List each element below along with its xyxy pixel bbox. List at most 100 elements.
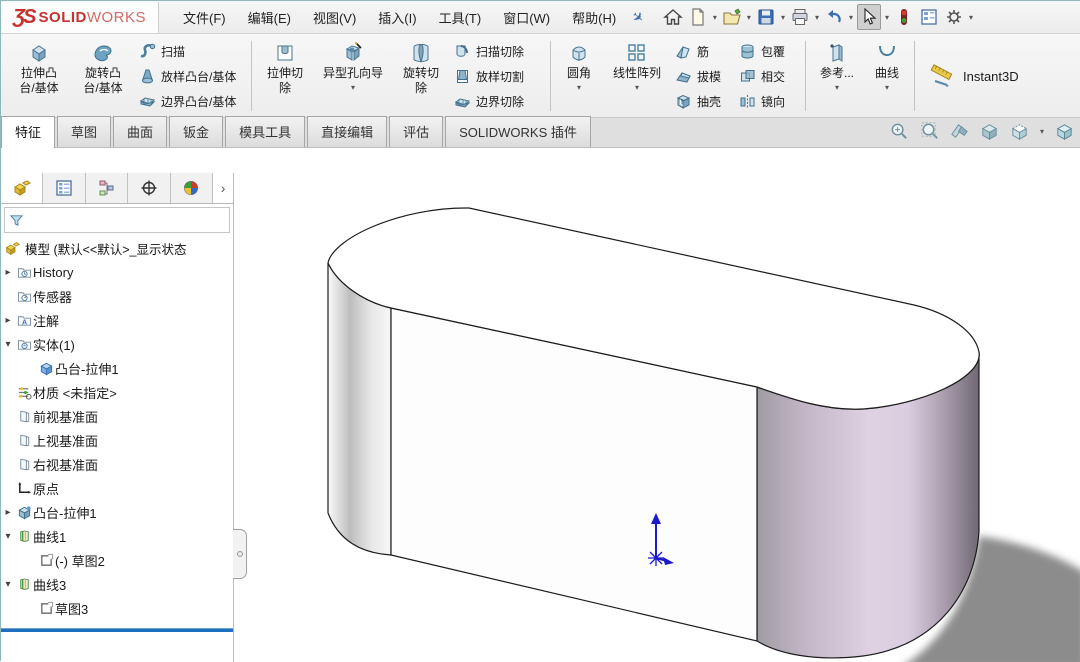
zoom-area-icon[interactable] xyxy=(919,121,940,142)
select-button[interactable] xyxy=(857,4,881,30)
revolved-cut-button[interactable]: 旋转切 除 xyxy=(392,37,450,115)
tab-sketch[interactable]: 草图 xyxy=(57,116,111,147)
intersect-button[interactable]: 相交 xyxy=(735,64,801,89)
undo-dropdown[interactable]: ▾ xyxy=(849,13,853,22)
options-button[interactable] xyxy=(943,5,965,29)
swept-cut-button[interactable]: 扫描切除 xyxy=(450,39,546,64)
rebuild-button[interactable] xyxy=(893,5,915,29)
shell-button[interactable]: 抽壳 xyxy=(671,89,735,114)
tab-direct-editing[interactable]: 直接编辑 xyxy=(307,116,387,147)
linear-pattern-button[interactable]: 线性阵列 ▾ xyxy=(603,37,671,115)
draft-button[interactable]: 拔模 xyxy=(671,64,735,89)
open-button[interactable] xyxy=(721,5,743,29)
tree-root-item[interactable]: 模型 (默认<<默认>_显示状态 xyxy=(1,235,233,260)
curves-dropdown[interactable]: ▾ xyxy=(885,83,889,92)
menu-tools[interactable]: 工具(T) xyxy=(429,2,492,33)
loft-boss-button[interactable]: 放样凸台/基体 xyxy=(135,64,247,89)
view-orientation-dropdown[interactable]: ▾ xyxy=(1040,127,1044,136)
expand-arrow-icon[interactable]: ▾ xyxy=(1,531,15,542)
panel-splitter-handle[interactable] xyxy=(233,529,247,579)
tab-surfaces[interactable]: 曲面 xyxy=(113,116,167,147)
revolve-boss-button[interactable]: 旋转凸 台/基体 xyxy=(71,37,135,115)
tab-feature-manager[interactable] xyxy=(1,173,43,203)
extrude-boss-button[interactable]: 拉伸凸 台/基体 xyxy=(7,37,71,115)
linear-pattern-dropdown[interactable]: ▾ xyxy=(635,83,639,92)
tab-display-manager[interactable] xyxy=(171,173,213,203)
expand-arrow-icon[interactable]: ▸ xyxy=(1,507,15,518)
tree-item-sketch3[interactable]: 草图3 xyxy=(1,596,233,620)
tree-filter-input[interactable] xyxy=(4,207,230,233)
zoom-fit-icon[interactable] xyxy=(889,121,910,142)
panel-tabs-overflow[interactable]: › xyxy=(213,173,233,203)
hole-wizard-dropdown[interactable]: ▾ xyxy=(351,83,355,92)
reference-dropdown[interactable]: ▾ xyxy=(835,83,839,92)
tree-item-curve1[interactable]: ▾ 曲线1 xyxy=(1,524,233,548)
menu-help[interactable]: 帮助(H) xyxy=(562,2,626,33)
hole-wizard-button[interactable]: 异型孔向导 ▾ xyxy=(314,37,392,115)
expand-arrow-icon[interactable]: ▸ xyxy=(1,267,15,278)
display-style-icon[interactable] xyxy=(1009,121,1030,142)
tree-item-front-plane[interactable]: 前视基准面 xyxy=(1,404,233,428)
home-button[interactable] xyxy=(662,5,684,29)
tab-mold-tools[interactable]: 模具工具 xyxy=(225,116,305,147)
tab-features[interactable]: 特征 xyxy=(1,116,55,148)
tree-item-boss-extrude1[interactable]: ▸ 凸台-拉伸1 xyxy=(1,500,233,524)
view-orientation-icon[interactable] xyxy=(979,121,1000,142)
menu-insert[interactable]: 插入(I) xyxy=(368,2,426,33)
tab-dimxpert[interactable] xyxy=(128,173,170,203)
extruded-cut-button[interactable]: 拉伸切 除 xyxy=(256,37,314,115)
menu-window[interactable]: 窗口(W) xyxy=(493,2,560,33)
tree-item-right-plane[interactable]: 右视基准面 xyxy=(1,452,233,476)
expand-arrow-icon[interactable]: ▸ xyxy=(1,315,15,326)
rollback-bar[interactable] xyxy=(1,628,233,632)
menu-edit[interactable]: 编辑(E) xyxy=(238,2,301,33)
fillet-button[interactable]: 圆角 ▾ xyxy=(555,37,603,115)
options-dropdown[interactable]: ▾ xyxy=(969,13,973,22)
appearance-icon[interactable] xyxy=(1054,121,1075,142)
tree-item-curve3[interactable]: ▾ 曲线3 xyxy=(1,572,233,596)
instant3d-button[interactable]: Instant3D xyxy=(919,37,1027,115)
menu-file[interactable]: 文件(F) xyxy=(173,2,236,33)
print-dropdown[interactable]: ▾ xyxy=(815,13,819,22)
wrap-button[interactable]: 包覆 xyxy=(735,39,801,64)
save-dropdown[interactable]: ▾ xyxy=(781,13,785,22)
reference-geometry-button[interactable]: 参考... ▾ xyxy=(810,37,864,115)
tree-item-history[interactable]: ▸ History xyxy=(1,260,233,284)
rib-button[interactable]: 筋 xyxy=(671,39,735,64)
boundary-cut-button[interactable]: 边界切除 xyxy=(450,89,546,114)
tree-item-material[interactable]: 材质 <未指定> xyxy=(1,380,233,404)
open-dropdown[interactable]: ▾ xyxy=(747,13,751,22)
display-pane-button[interactable] xyxy=(918,5,940,29)
home-icon xyxy=(663,7,683,27)
tree-item-solid-bodies[interactable]: ▾ 实体(1) xyxy=(1,332,233,356)
sweep-button[interactable]: 扫描 xyxy=(135,39,247,64)
print-button[interactable] xyxy=(789,5,811,29)
undo-button[interactable] xyxy=(823,5,845,29)
boundary-boss-button[interactable]: 边界凸台/基体 xyxy=(135,89,247,114)
tree-item-annotations[interactable]: ▸ A 注解 xyxy=(1,308,233,332)
tab-evaluate[interactable]: 评估 xyxy=(389,116,443,147)
tree-item-sensors[interactable]: 传感器 xyxy=(1,284,233,308)
tree-item-top-plane[interactable]: 上视基准面 xyxy=(1,428,233,452)
tab-configuration-manager[interactable] xyxy=(86,173,128,203)
tree-item-sketch2[interactable]: (-) 草图2 xyxy=(1,548,233,572)
fillet-dropdown[interactable]: ▾ xyxy=(577,83,581,92)
tree-item-solid-body-boss-extrude1[interactable]: 凸台-拉伸1 xyxy=(1,356,233,380)
menu-view[interactable]: 视图(V) xyxy=(303,2,366,33)
lofted-cut-button[interactable]: 放样切割 xyxy=(450,64,546,89)
save-button[interactable] xyxy=(755,5,777,29)
section-view-icon[interactable] xyxy=(949,121,970,142)
mirror-button[interactable]: 镜向 xyxy=(735,89,801,114)
tab-solidworks-addins[interactable]: SOLIDWORKS 插件 xyxy=(445,116,591,147)
curves-button[interactable]: 曲线 ▾ xyxy=(864,37,910,115)
select-dropdown[interactable]: ▾ xyxy=(885,13,889,22)
new-document-button[interactable] xyxy=(687,5,709,29)
expand-arrow-icon[interactable]: ▾ xyxy=(1,339,15,350)
tab-sheet-metal[interactable]: 钣金 xyxy=(169,116,223,147)
tab-property-manager[interactable] xyxy=(43,173,85,203)
expand-arrow-icon[interactable]: ▾ xyxy=(1,579,15,590)
pin-menu-icon[interactable]: ✈ xyxy=(628,7,648,28)
tree-item-origin[interactable]: 原点 xyxy=(1,476,233,500)
model-left-cylinder-face[interactable] xyxy=(328,263,391,555)
new-dropdown[interactable]: ▾ xyxy=(713,13,717,22)
